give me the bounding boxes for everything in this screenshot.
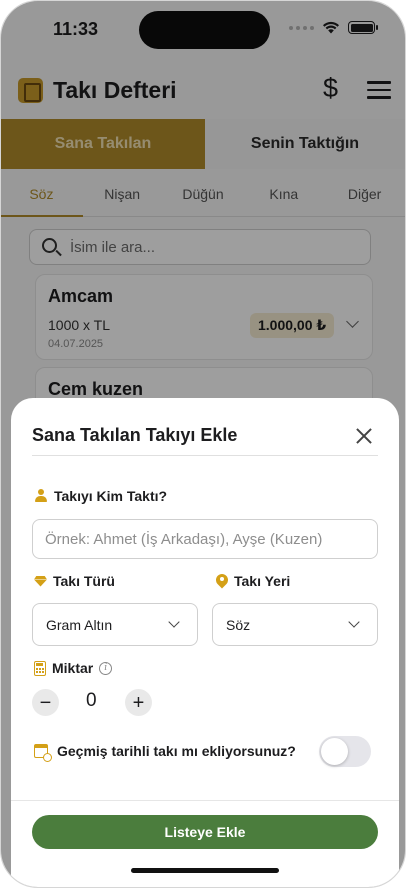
type-label-row: Takı Türü: [34, 573, 115, 589]
chevron-down-icon: [348, 616, 360, 628]
close-icon[interactable]: [355, 427, 373, 445]
decrement-button[interactable]: −: [32, 689, 59, 716]
phone-screen: 11:33 Takı Defteri $ Sana Takılan Senin …: [0, 0, 406, 888]
increment-button[interactable]: +: [125, 689, 152, 716]
divider: [32, 455, 378, 456]
place-select[interactable]: Söz: [212, 603, 378, 646]
calendar-clock-icon: [34, 744, 52, 762]
sheet-title: Sana Takılan Takıyı Ekle: [32, 425, 238, 445]
toggle-knob: [321, 738, 348, 765]
past-date-toggle[interactable]: [319, 736, 371, 767]
info-icon[interactable]: i: [99, 661, 113, 675]
amount-value: 0: [86, 690, 97, 711]
who-label-row: Takıyı Kim Taktı?: [34, 488, 167, 504]
pin-icon: [216, 574, 228, 589]
who-input[interactable]: [45, 520, 365, 558]
amount-label-row: Miktar i: [34, 660, 113, 676]
past-date-label: Geçmiş tarihli takı mı ekliyorsunuz?: [57, 743, 296, 759]
place-value: Söz: [226, 617, 251, 633]
who-label: Takıyı Kim Taktı?: [54, 488, 168, 504]
add-jewelry-sheet: Sana Takılan Takıyı Ekle Takıyı Kim Takt…: [11, 398, 399, 887]
place-label: Takı Yeri: [234, 573, 291, 589]
past-date-row: Geçmiş tarihli takı mı ekliyorsunuz?: [34, 743, 296, 762]
add-to-list-button[interactable]: Listeye Ekle: [32, 815, 378, 849]
divider: [11, 800, 399, 801]
type-label: Takı Türü: [53, 573, 115, 589]
home-indicator: [131, 868, 279, 873]
amount-label: Miktar: [52, 660, 94, 676]
person-icon: [34, 489, 48, 503]
type-value: Gram Altın: [46, 617, 113, 633]
diamond-icon: [34, 576, 47, 587]
chevron-down-icon: [168, 616, 180, 628]
who-field: [32, 519, 378, 559]
place-label-row: Takı Yeri: [216, 573, 290, 589]
calculator-icon: [34, 660, 46, 676]
type-select[interactable]: Gram Altın: [32, 603, 198, 646]
